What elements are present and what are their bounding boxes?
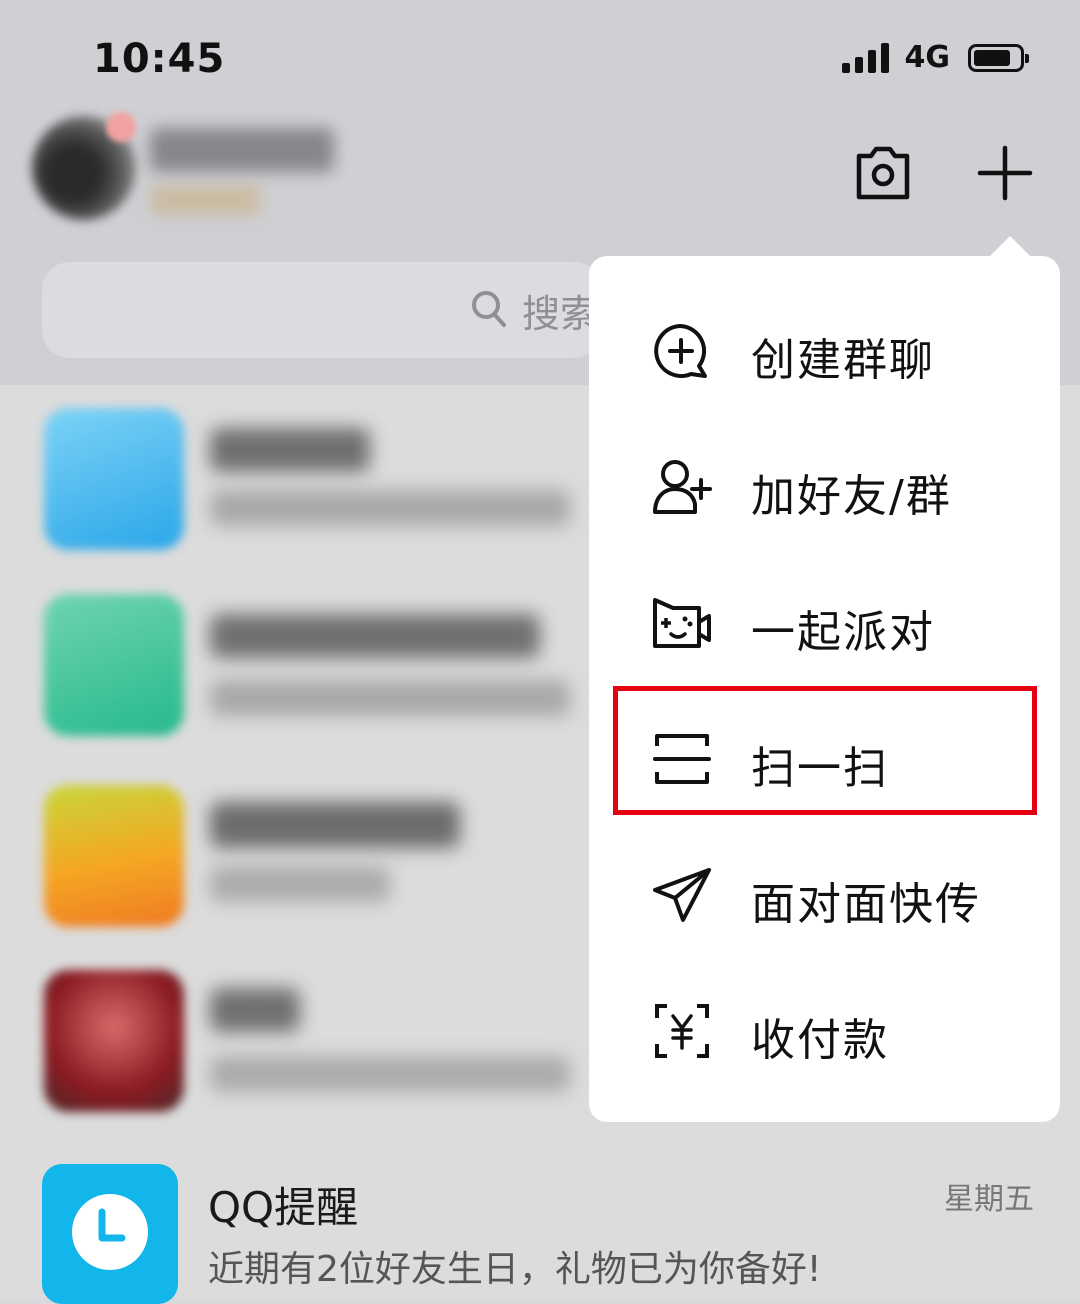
conversation-avatar-red[interactable]: [44, 970, 184, 1112]
conversation-avatar-green[interactable]: [44, 594, 184, 736]
menu-item-label: 加好友/群: [751, 471, 952, 522]
conversation-preview-blurred: [210, 1056, 570, 1092]
conversation-title: QQ提醒: [208, 1183, 359, 1232]
conversation-qq-reminder[interactable]: QQ提醒 近期有2位好友生日，礼物已为你备好! 星期五: [0, 1140, 1080, 1304]
notification-dot: [106, 112, 136, 142]
conversation-preview-blurred: [210, 866, 390, 902]
qq-reminder-avatar: [42, 1164, 178, 1304]
conversation-time: 星期五: [944, 1182, 1034, 1217]
conversation-avatar-orange[interactable]: [44, 785, 184, 927]
profile-name-blurred[interactable]: [150, 128, 334, 172]
menu-item-label: 一起派对: [751, 607, 935, 658]
menu-pointer: [988, 236, 1032, 258]
camera-icon: [856, 146, 910, 200]
conversation-title-blurred: [210, 428, 370, 472]
plus-menu-button[interactable]: [974, 142, 1036, 204]
menu-item-payment[interactable]: 收付款: [589, 962, 1060, 1098]
status-indicators: 4G: [841, 40, 1029, 75]
menu-item-add-friend[interactable]: 加好友/群: [589, 418, 1060, 554]
search-placeholder: 搜索: [522, 292, 592, 336]
signal-icon: [841, 42, 889, 73]
conversation-title-blurred: [210, 802, 460, 848]
menu-item-label: 面对面快传: [751, 879, 981, 930]
conversation-preview: 近期有2位好友生日，礼物已为你备好!: [208, 1249, 822, 1290]
party-game-icon: [653, 598, 711, 648]
menu-item-party[interactable]: 一起派对: [589, 554, 1060, 690]
camera-button[interactable]: [852, 144, 914, 202]
network-type: 4G: [904, 40, 951, 75]
search-icon: [472, 291, 506, 327]
status-time: 10:45: [93, 36, 226, 82]
conversation-title-blurred: [210, 614, 540, 658]
menu-item-label: 收付款: [751, 1015, 889, 1066]
profile-status-blurred: [150, 185, 260, 215]
conversation-avatar-weather[interactable]: [44, 408, 184, 550]
conversation-title-blurred: [210, 988, 300, 1032]
battery-icon: [968, 43, 1029, 72]
create-group-chat-icon: [654, 324, 707, 378]
scan-highlight-box: [613, 686, 1037, 815]
plus-icon: [977, 145, 1033, 201]
menu-item-face-to-face-transfer[interactable]: 面对面快传: [589, 826, 1060, 962]
menu-item-create-group-chat[interactable]: 创建群聊: [589, 282, 1060, 418]
clock-icon: [72, 1194, 148, 1270]
conversation-preview-blurred: [210, 490, 570, 526]
conversation-preview-blurred: [210, 680, 570, 716]
menu-item-label: 创建群聊: [751, 335, 935, 386]
payment-scan-icon: [655, 1004, 709, 1058]
paper-plane-icon: [653, 868, 711, 922]
add-friend-icon: [653, 460, 712, 514]
search-bar[interactable]: [42, 262, 602, 358]
